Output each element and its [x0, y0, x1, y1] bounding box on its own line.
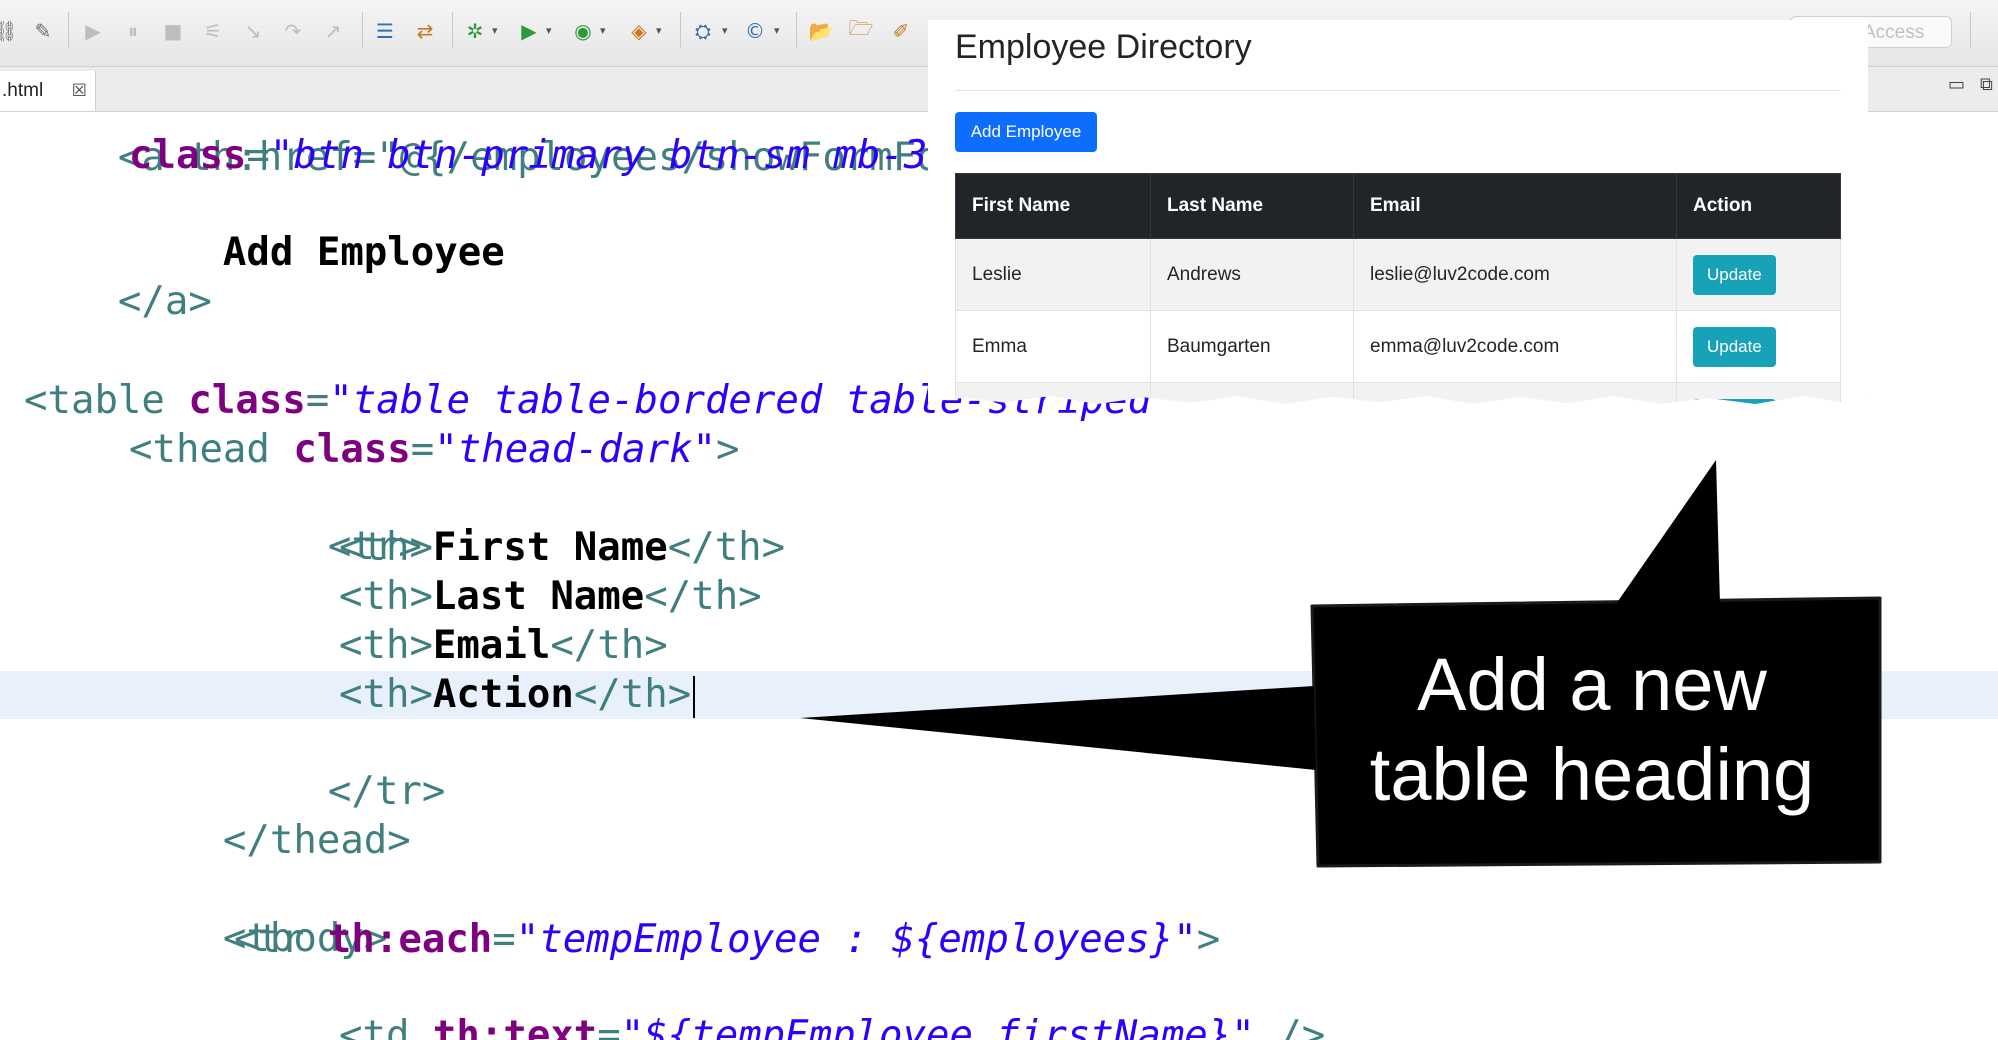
- table-row: Leslie Andrews leslie@luv2code.com Updat…: [955, 238, 1841, 311]
- callout-text: Add a new table heading: [1312, 640, 1872, 820]
- cell-email: leslie@luv2code.com: [1353, 238, 1677, 311]
- callout-line: Add a new: [1417, 643, 1767, 726]
- divider: [955, 90, 1841, 91]
- column-header-last-name: Last Name: [1150, 173, 1354, 239]
- table-row: Emma Baumgarten emma@luv2code.com Update: [955, 310, 1841, 383]
- cell-email: emma@luv2code.com: [1353, 310, 1677, 383]
- column-header-first-name: First Name: [955, 173, 1151, 239]
- add-employee-button[interactable]: Add Employee: [955, 112, 1097, 152]
- cell-first-name: Leslie: [955, 238, 1151, 311]
- cell-action: Update: [1676, 238, 1841, 311]
- column-header-action: Action: [1676, 173, 1841, 239]
- table-header-row: First Name Last Name Email Action: [955, 173, 1841, 239]
- cell-last-name: Baumgarten: [1150, 310, 1354, 383]
- column-header-email: Email: [1353, 173, 1677, 239]
- page-title: Employee Directory: [955, 28, 1252, 66]
- update-button[interactable]: Update: [1693, 254, 1776, 295]
- cell-last-name: Andrews: [1150, 238, 1354, 311]
- callout-line: table heading: [1369, 733, 1815, 816]
- cell-first-name: Emma: [955, 310, 1151, 383]
- update-button[interactable]: Update: [1693, 326, 1776, 367]
- cell-action: Update: [1676, 310, 1841, 383]
- browser-preview: Employee Directory Add Employee First Na…: [928, 20, 1868, 404]
